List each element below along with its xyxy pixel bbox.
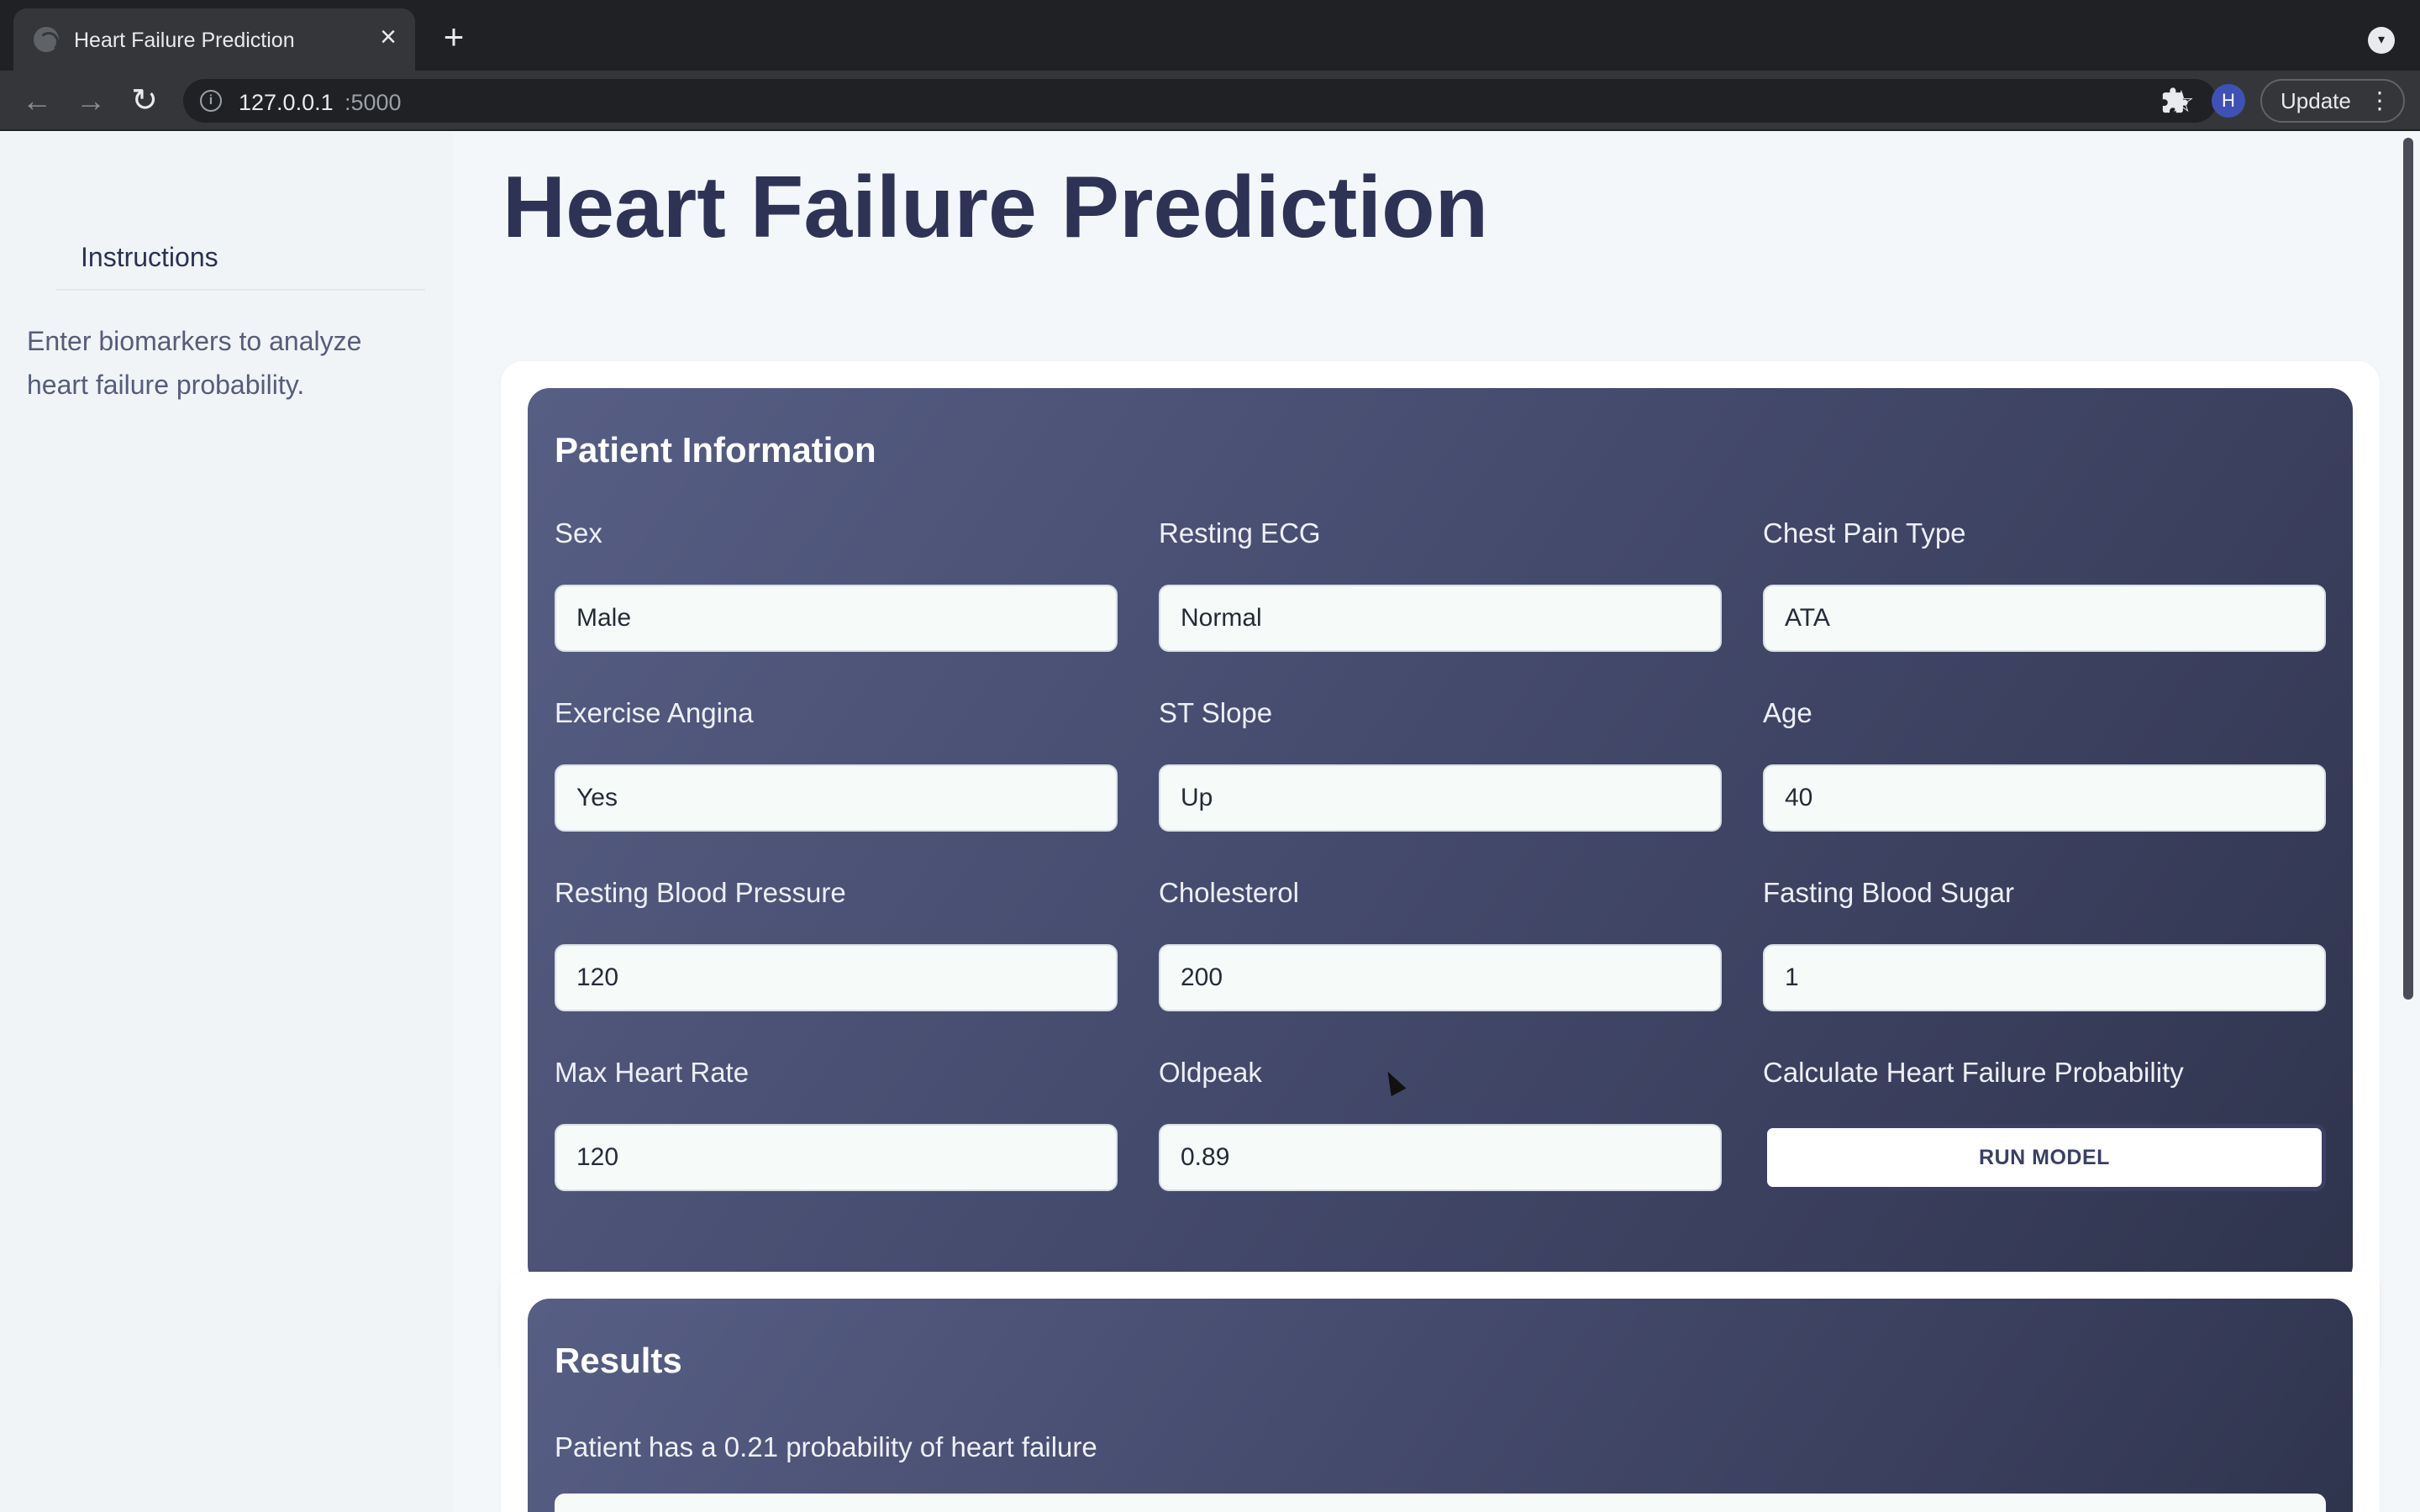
cholesterol-label: Cholesterol (1159, 877, 1299, 908)
page-title: Heart Failure Prediction (502, 159, 1489, 256)
resting-ecg-input[interactable] (1159, 585, 1722, 652)
chest-pain-type-label: Chest Pain Type (1763, 517, 1966, 549)
address-bar[interactable]: i 127.0.0.1 :5000 ☆ (183, 79, 2217, 123)
cholesterol-input[interactable] (1159, 944, 1722, 1011)
sidebar-divider (55, 289, 425, 291)
profile-avatar[interactable]: H (2212, 84, 2245, 118)
page-viewport: Instructions Enter biomarkers to analyze… (0, 133, 2420, 1512)
browser-toolbar: ← → ↻ i 127.0.0.1 :5000 ☆ H Update ⋮ (0, 71, 2420, 131)
results-title: Results (555, 1341, 682, 1380)
reload-icon[interactable]: ↻ (124, 81, 165, 121)
sidebar-instructions: Enter biomarkers to analyze heart failur… (27, 326, 362, 400)
scrollbar-thumb[interactable] (2403, 138, 2413, 1000)
resting-bp-input[interactable] (555, 944, 1118, 1011)
page-scrollbar[interactable] (2396, 133, 2420, 1512)
chest-pain-type-input[interactable] (1763, 585, 2326, 652)
exercise-angina-label: Exercise Angina (555, 697, 754, 728)
st-slope-label: ST Slope (1159, 697, 1273, 728)
forward-arrow-icon[interactable]: → (71, 81, 111, 121)
update-button[interactable]: Update ⋮ (2260, 79, 2405, 123)
browser-tab-bar: Heart Failure Prediction × + ▾ (0, 0, 2420, 71)
more-vert-icon[interactable]: ⋮ (2368, 81, 2391, 121)
update-label: Update (2281, 88, 2351, 113)
max-heart-rate-label: Max Heart Rate (555, 1057, 750, 1088)
resting-bp-label: Resting Blood Pressure (555, 877, 846, 908)
globe-icon (34, 27, 59, 52)
results-card: Results Patient has a 0.21 probability o… (528, 1299, 2353, 1512)
fasting-blood-sugar-input[interactable] (1763, 944, 2326, 1011)
age-label: Age (1763, 697, 1812, 728)
close-tab-icon[interactable]: × (373, 22, 403, 52)
max-heart-rate-input[interactable] (555, 1124, 1118, 1191)
patient-info-container: Patient Information Sex Resting ECG Ches… (501, 361, 2380, 1378)
results-container: Results Patient has a 0.21 probability o… (501, 1272, 2380, 1512)
oldpeak-label: Oldpeak (1159, 1057, 1262, 1088)
age-input[interactable] (1763, 764, 2326, 832)
exercise-angina-input[interactable] (555, 764, 1118, 832)
results-output-box (555, 1494, 2326, 1512)
new-tab-icon[interactable]: + (437, 19, 471, 55)
info-icon[interactable]: i (200, 90, 222, 112)
run-model-button[interactable]: RUN MODEL (1763, 1124, 2326, 1191)
patient-info-card: Patient Information Sex Resting ECG Ches… (528, 388, 2353, 1287)
calculate-label: Calculate Heart Failure Probability (1763, 1057, 2184, 1088)
fasting-blood-sugar-label: Fasting Blood Sugar (1763, 877, 2015, 908)
sex-input[interactable] (555, 585, 1118, 652)
extensions-puzzle-icon[interactable] (2156, 82, 2193, 119)
oldpeak-input[interactable] (1159, 1124, 1722, 1191)
sex-label: Sex (555, 517, 602, 549)
tab-title: Heart Failure Prediction (74, 29, 295, 52)
url-port: :5000 (345, 90, 402, 115)
patient-info-title: Patient Information (555, 430, 876, 470)
sidebar: Instructions Enter biomarkers to analyze… (0, 133, 454, 1512)
st-slope-input[interactable] (1159, 764, 1722, 832)
back-arrow-icon[interactable]: ← (17, 81, 57, 121)
url-host: 127.0.0.1 (239, 90, 334, 115)
results-text: Patient has a 0.21 probability of heart … (555, 1431, 1097, 1462)
resting-ecg-label: Resting ECG (1159, 517, 1321, 549)
browser-tab[interactable]: Heart Failure Prediction × (13, 8, 415, 71)
sidebar-heading: Instructions (81, 242, 218, 272)
tab-search-icon[interactable]: ▾ (2368, 27, 2395, 54)
